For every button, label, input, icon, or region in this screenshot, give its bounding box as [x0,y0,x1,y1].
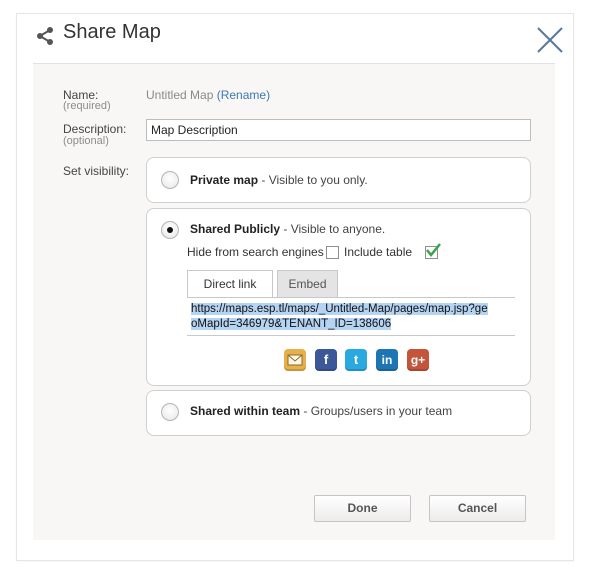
include-table-checkbox[interactable] [425,243,441,259]
close-icon[interactable] [536,26,564,54]
private-map-title: Private map [190,173,259,187]
include-table-label: Include table [344,245,413,259]
private-map-radio[interactable] [161,171,179,189]
shared-within-team-title: Shared within team [190,404,301,418]
shared-within-team-label: Shared within team - Groups/users in you… [190,404,452,418]
hide-search-label: Hide from search engines [187,245,324,259]
done-button[interactable]: Done [314,495,411,522]
share-link-box[interactable]: https://maps.esp.tl/maps/_Untitled-Map/p… [187,297,515,336]
visibility-label: Set visibility: [63,164,130,178]
private-map-desc: - Visible to you only. [258,173,368,187]
map-name-value: Untitled Map (Rename) [146,88,270,102]
linkedin-icon[interactable]: in [376,349,398,371]
cancel-button[interactable]: Cancel [429,495,526,522]
share-icon [37,27,53,45]
tab-direct-link[interactable]: Direct link [187,270,273,298]
twitter-icon[interactable]: t [345,349,367,371]
checkmark-icon [426,243,441,257]
facebook-icon[interactable]: f [315,349,337,371]
name-required-note: (required) [63,100,111,112]
hide-search-checkbox[interactable] [326,246,339,259]
share-link-url: https://maps.esp.tl/maps/_Untitled-Map/p… [191,303,488,330]
private-map-label: Private map - Visible to you only. [190,173,368,187]
description-optional-note: (optional) [63,135,109,147]
share-link-text[interactable]: https://maps.esp.tl/maps/_Untitled-Map/p… [191,302,491,332]
dialog-title: Share Map [63,21,161,43]
rename-link[interactable]: (Rename) [217,88,270,102]
shared-within-team-desc: - Groups/users in your team [300,404,453,418]
shared-within-team-radio[interactable] [161,403,179,421]
shared-publicly-label: Shared Publicly - Visible to anyone. [190,222,385,236]
description-input[interactable] [146,119,531,141]
radio-selected-dot [167,227,173,233]
shared-publicly-title: Shared Publicly [190,222,281,236]
email-share-icon[interactable] [284,349,306,371]
shared-publicly-radio[interactable] [161,221,179,239]
map-name: Untitled Map [146,88,214,102]
googleplus-icon[interactable]: g+ [407,349,429,371]
tab-embed[interactable]: Embed [277,270,338,298]
shared-publicly-desc: - Visible to anyone. [280,222,386,236]
description-label: Description: [63,122,127,136]
envelope-icon [287,354,303,366]
